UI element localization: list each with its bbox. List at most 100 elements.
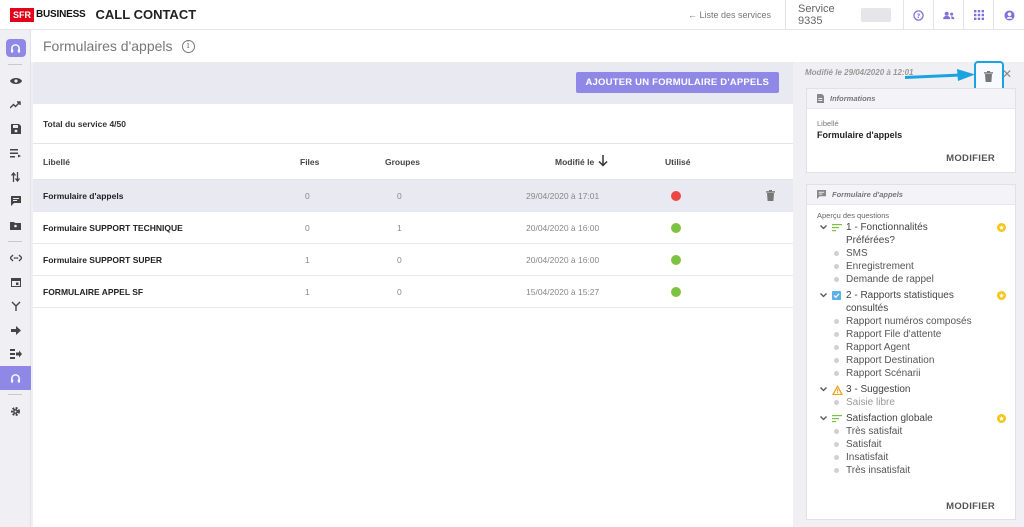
question-label-cont: Préférées?: [846, 235, 895, 246]
sidebar-item-calendar[interactable]: [0, 270, 31, 294]
questions-preview-label: Aperçu des questions: [817, 211, 890, 220]
help-icon[interactable]: ?: [904, 0, 934, 30]
question-2[interactable]: 2 - Rapports statistiques consultés Rapp…: [807, 289, 1015, 380]
option-item: Saisie libre: [807, 396, 1015, 409]
warning-icon: [832, 385, 843, 395]
libelle-label: Libellé: [817, 119, 839, 128]
question-3[interactable]: 3 - Suggestion Saisie libre: [807, 383, 1015, 409]
sidebar-divider: [8, 394, 22, 395]
cell-groupes: 0: [397, 255, 402, 265]
delete-icon[interactable]: [766, 190, 775, 201]
card-toolbar: AJOUTER UN FORMULAIRE D'APPELS: [33, 62, 793, 104]
modify-info-button[interactable]: MODIFIER: [946, 153, 995, 164]
cell-groupes: 0: [397, 287, 402, 297]
detail-panel: Modifié le 29/04/2020 à 12:01 ✕ Informat…: [794, 61, 1024, 527]
close-icon[interactable]: ✕: [1002, 67, 1012, 81]
table-row[interactable]: Formulaire d'appels 0 0 29/04/2020 à 17:…: [33, 180, 793, 212]
page-title: Formulaires d'appels: [43, 38, 173, 54]
question-label: 2 - Rapports statistiques: [846, 290, 954, 301]
sidebar-item-messages[interactable]: [0, 189, 31, 213]
delete-icon[interactable]: [984, 71, 993, 82]
modified-date: Modifié le 29/04/2020 à 12:01: [805, 68, 914, 77]
queue-icon: [10, 148, 21, 157]
chevron-down-icon[interactable]: [820, 293, 827, 298]
sort-desc-icon[interactable]: [598, 155, 608, 167]
sidebar-item-forward[interactable]: [0, 318, 31, 342]
calendar-icon: [10, 278, 21, 287]
chevron-down-icon[interactable]: [820, 387, 827, 392]
sidebar-item-stats[interactable]: [0, 93, 31, 117]
column-libelle[interactable]: Libellé: [43, 157, 70, 167]
sidebar-divider: [8, 241, 22, 242]
table-row[interactable]: FORMULAIRE APPEL SF 1 0 15/04/2020 à 15:…: [33, 276, 793, 308]
status-dot-used: [671, 223, 681, 233]
code-icon: [9, 254, 22, 262]
question-4[interactable]: Satisfaction globale Très satisfait Sati…: [807, 412, 1015, 477]
sidebar-item-forms[interactable]: [0, 366, 31, 390]
cell-modifie: 20/04/2020 à 16:00: [526, 223, 600, 233]
option-item: Rapport File d'attente: [807, 328, 1015, 341]
cell-files: 0: [305, 223, 310, 233]
sidebar-item-recordings[interactable]: [0, 117, 31, 141]
sidebar-item-callcontact[interactable]: [0, 36, 31, 60]
sidebar-item-queues[interactable]: [0, 141, 31, 165]
cell-files: 0: [305, 191, 310, 201]
service-label: Service 9335: [798, 3, 835, 27]
cell-modifie: 15/04/2020 à 15:27: [526, 287, 600, 297]
forward-icon: [10, 325, 21, 335]
modify-form-button[interactable]: MODIFIER: [946, 501, 995, 512]
question-1[interactable]: 1 - Fonctionnalités Préférées? SMS Enreg…: [807, 221, 1015, 286]
trend-icon: [10, 101, 21, 109]
cell-modifie: 20/04/2020 à 16:00: [526, 255, 600, 265]
option-item: SMS: [807, 247, 1015, 260]
logo-box: SFR: [10, 7, 34, 22]
users-icon[interactable]: [934, 0, 964, 30]
table-row[interactable]: Formulaire SUPPORT SUPER 1 0 20/04/2020 …: [33, 244, 793, 276]
column-modifie[interactable]: Modifié le: [555, 157, 594, 167]
option-item: Demande de rappel: [807, 273, 1015, 286]
sfr-business-logo[interactable]: SFR BUSINESS: [10, 7, 86, 22]
form-box-header: Formulaire d'appels: [807, 185, 1015, 205]
chevron-down-icon[interactable]: [820, 225, 827, 230]
sidebar-item-contacts[interactable]: [0, 213, 31, 237]
apps-grid-icon[interactable]: [964, 0, 994, 30]
form-preview-box: Formulaire d'appels Aperçu des questions…: [806, 184, 1016, 520]
add-form-button[interactable]: AJOUTER UN FORMULAIRE D'APPELS: [575, 72, 779, 93]
service-selector[interactable]: Service 9335: [786, 0, 904, 30]
column-files[interactable]: Files: [300, 157, 319, 167]
table-row[interactable]: Formulaire SUPPORT TECHNIQUE 0 1 20/04/2…: [33, 212, 793, 244]
column-groupes[interactable]: Groupes: [385, 157, 420, 167]
callout-arrow: [905, 69, 975, 81]
contact-card-icon: [10, 221, 21, 230]
chevron-down-icon[interactable]: [820, 416, 827, 421]
cell-groupes: 0: [397, 191, 402, 201]
headset-icon: [10, 373, 21, 383]
sidebar-item-settings[interactable]: [0, 399, 31, 423]
sidebar-item-scenarios[interactable]: [0, 342, 31, 366]
app-title: CALL CONTACT: [95, 7, 197, 22]
save-icon: [10, 124, 21, 134]
info-box-title: Informations: [830, 94, 876, 103]
star-icon: [997, 291, 1006, 300]
sidebar-item-api[interactable]: [0, 246, 31, 270]
column-utilise[interactable]: Utilisé: [665, 157, 691, 167]
message-icon: [817, 190, 826, 199]
svg-text:?: ?: [917, 11, 921, 19]
sidebar-item-supervision[interactable]: [0, 69, 31, 93]
info-icon[interactable]: i: [181, 39, 195, 53]
sidebar-item-transfers[interactable]: [0, 165, 31, 189]
option-item: Rapport Agent: [807, 341, 1015, 354]
transfer-icon: [11, 172, 20, 182]
sidebar-item-routing[interactable]: [0, 294, 31, 318]
services-list-link[interactable]: ← Liste des services: [674, 0, 786, 30]
settings-icon: [11, 406, 20, 416]
branch-icon: [11, 301, 20, 311]
cell-libelle: Formulaire d'appels: [43, 191, 124, 201]
status-dot-used: [671, 255, 681, 265]
account-icon[interactable]: [994, 0, 1024, 30]
list-lines-icon: [832, 224, 842, 232]
document-icon: [817, 94, 824, 103]
message-icon: [10, 196, 21, 206]
cell-files: 1: [305, 255, 310, 265]
page-header: Formulaires d'appels i: [31, 30, 1024, 62]
